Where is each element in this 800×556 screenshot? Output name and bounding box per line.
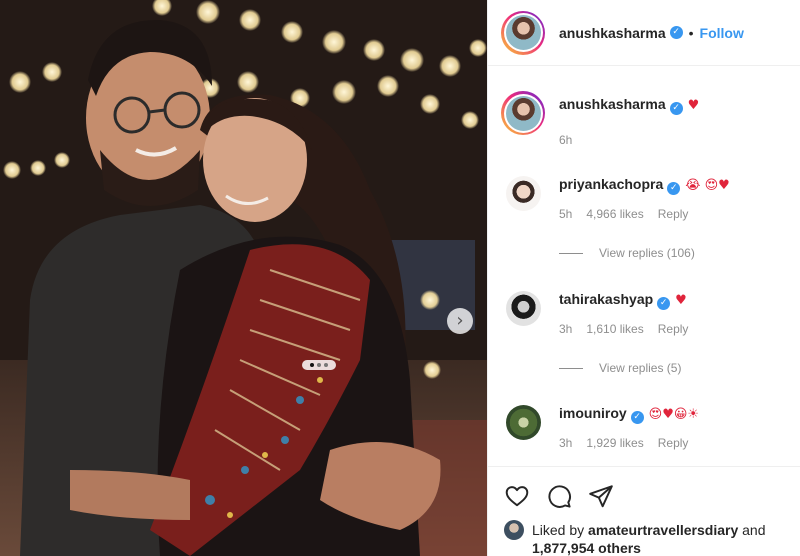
post-actions: Liked by amateurtravellersdiary and 1,87… — [488, 466, 800, 556]
comment-emoji: 😍♥😀☀ — [648, 407, 700, 422]
comment-likes[interactable]: 4,966 likes — [586, 207, 643, 221]
post-photo[interactable]: › — [0, 0, 487, 556]
comment-emoji: 😭 😍♥ — [685, 178, 730, 193]
comment-time[interactable]: 3h — [559, 436, 572, 450]
reply-button[interactable]: Reply — [658, 207, 689, 221]
caption-avatar[interactable] — [501, 91, 545, 135]
commenter-avatar[interactable] — [501, 400, 545, 444]
likes-count[interactable]: 1,877,954 others — [532, 539, 766, 556]
author-username[interactable]: anushkasharma — [559, 25, 666, 41]
carousel-indicator — [302, 360, 336, 370]
verified-badge-icon: ✓ — [669, 26, 683, 39]
post-side-panel: anushkasharma ✓ • Follow anushkasharma ✓ ♥… — [487, 0, 800, 556]
post-header: anushkasharma ✓ • Follow — [488, 0, 800, 66]
comment-icon[interactable] — [546, 483, 572, 509]
view-replies-button[interactable]: View replies (106) — [559, 246, 695, 260]
carousel-dot — [324, 363, 328, 367]
reply-button[interactable]: Reply — [658, 322, 689, 336]
comment-item: imouniroy ✓ 😍♥😀☀ 3h 1,929 likes Reply — [501, 400, 699, 450]
caption: anushkasharma ✓ ♥ 6h — [501, 91, 699, 147]
reply-button[interactable]: Reply — [658, 436, 689, 450]
commenter-username[interactable]: tahirakashyap — [559, 291, 653, 307]
verified-badge-icon: ✓ — [630, 411, 644, 424]
follow-button[interactable]: Follow — [700, 25, 744, 41]
carousel-dot — [317, 363, 321, 367]
liked-by: Liked by amateurtravellersdiary and 1,87… — [504, 520, 785, 556]
comment-likes[interactable]: 1,610 likes — [586, 322, 643, 336]
comment-item: priyankachopra ✓ 😭 😍♥ 5h 4,966 likes Reply — [501, 171, 730, 221]
divider-dash — [559, 252, 583, 254]
verified-badge-icon: ✓ — [667, 182, 681, 195]
divider-dash — [559, 367, 583, 369]
share-icon[interactable] — [588, 483, 614, 509]
commenter-username[interactable]: priyankachopra — [559, 176, 663, 192]
liker-username[interactable]: amateurtravellersdiary — [588, 522, 738, 538]
liker-avatar[interactable] — [504, 520, 524, 540]
separator-dot: • — [688, 24, 694, 41]
caption-username[interactable]: anushkasharma — [559, 96, 666, 112]
author-avatar[interactable] — [501, 10, 545, 55]
heart-emoji: ♥ — [687, 98, 700, 113]
chevron-right-icon[interactable]: › — [447, 308, 473, 334]
commenter-avatar[interactable] — [501, 171, 545, 215]
verified-badge-icon: ✓ — [657, 297, 671, 310]
comment-emoji: ♥ — [675, 293, 687, 308]
view-replies-button[interactable]: View replies (5) — [559, 361, 681, 375]
comment-time[interactable]: 5h — [559, 207, 572, 221]
comment-item: tahirakashyap ✓ ♥ 3h 1,610 likes Reply — [501, 286, 688, 336]
action-icons — [504, 483, 785, 509]
carousel-dot-active — [310, 363, 314, 367]
caption-time[interactable]: 6h — [559, 133, 572, 147]
commenter-username[interactable]: imouniroy — [559, 405, 627, 421]
photo-illustration — [0, 0, 487, 556]
comment-likes[interactable]: 1,929 likes — [586, 436, 643, 450]
heart-icon[interactable] — [504, 483, 530, 509]
verified-badge-icon: ✓ — [669, 102, 683, 115]
commenter-avatar[interactable] — [501, 286, 545, 330]
comment-time[interactable]: 3h — [559, 322, 572, 336]
